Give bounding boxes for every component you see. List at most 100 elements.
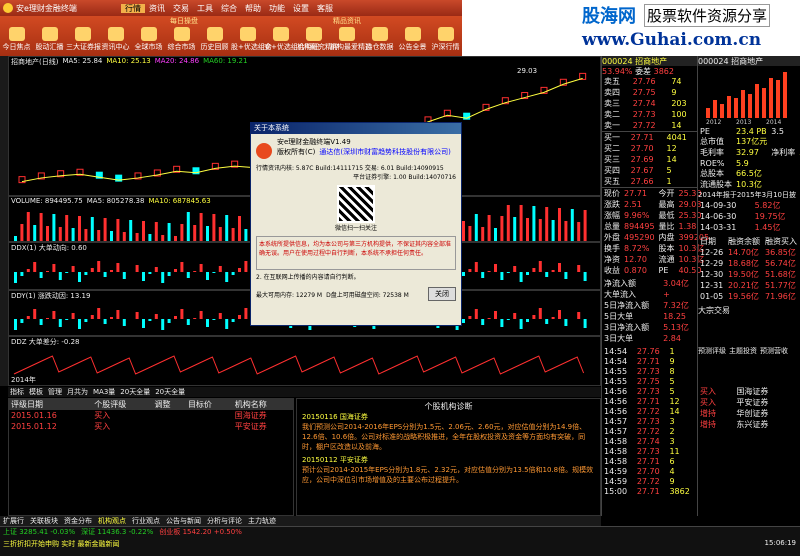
- toolbar-button-6[interactable]: 历史回顾: [198, 27, 231, 52]
- volume-bar: [494, 228, 497, 241]
- bottom-tab-0[interactable]: 扩展行: [3, 516, 24, 526]
- grid-cell: 2015.01.16: [11, 411, 57, 420]
- margin-cell: 19.50亿: [728, 270, 759, 279]
- tick-time: 14:56: [604, 396, 628, 406]
- bottom-tab-4[interactable]: 行业观点: [132, 516, 160, 526]
- toolbar-button-8[interactable]: 安+优选组合明细: [264, 27, 319, 52]
- toolbar-button-10[interactable]: 机构最爱精选: [330, 27, 372, 52]
- toolbar-button-1[interactable]: 股动汇播: [33, 27, 66, 52]
- oscillator-bar: [193, 318, 197, 319]
- toolbar-button-3[interactable]: 资讯中心: [99, 27, 132, 52]
- dialog-company[interactable]: 通达信(深圳市财富趋势科技股份有限公司): [319, 147, 450, 157]
- oscillator-bar: [231, 272, 235, 275]
- grid-cell: [186, 410, 233, 421]
- fin-cell: 19.75亿: [754, 212, 786, 221]
- volume-bar: [33, 225, 37, 241]
- fin-cell: 流通股本: [700, 180, 732, 189]
- oscillator-bar: [78, 319, 81, 329]
- table-row[interactable]: 2015.01.16 买入 国海证券: [9, 410, 293, 421]
- stat-cell: 最高: [658, 200, 675, 209]
- bottom-tab-2[interactable]: 资金分布: [64, 516, 92, 526]
- oscillator-bar: [462, 272, 465, 276]
- toolbar-button-13[interactable]: 沪深行情: [429, 27, 462, 52]
- indicator-tab-6[interactable]: 20天全量: [155, 387, 185, 397]
- volume-bar: [142, 221, 145, 241]
- oscillator-bar: [33, 309, 37, 319]
- close-button[interactable]: 关闭: [428, 287, 456, 301]
- menu-1[interactable]: 资讯: [145, 4, 169, 13]
- oscillator-bar: [487, 318, 491, 319]
- tick-vol: 1: [669, 346, 675, 356]
- oscillator-bar: [90, 268, 94, 272]
- app-title: 安e理财金融终端: [16, 3, 77, 13]
- toolbar: 每日操盘 精品资讯 今日焦点 股动汇播 三大证券报 资讯中心 全球市场 综合市场 历史回顾股…: [0, 16, 462, 56]
- flow-label: 净流入额: [604, 279, 636, 288]
- menu-0[interactable]: 行情: [121, 3, 145, 13]
- order-vol: 5: [666, 166, 672, 175]
- indicator-tab-5[interactable]: 20天全量: [120, 387, 150, 397]
- toolbar-button-12[interactable]: 公告全景: [396, 27, 429, 52]
- margin-cell: 36.85亿: [764, 248, 796, 257]
- toolbar-button-2[interactable]: 三大证券报: [66, 27, 101, 52]
- f10-panel: 000024 招商地产 2012 2013 2014 PE 23.4 PB 3.5 总市值…: [697, 56, 800, 516]
- flow-row: 5日净流入额 7.32亿: [602, 300, 697, 311]
- oscillator-bar: [474, 262, 478, 272]
- volume-bar: [193, 225, 197, 241]
- indicator-tab-0[interactable]: 指标: [10, 387, 24, 397]
- fin-cell: 137亿元: [736, 137, 768, 146]
- indicator-tab-2[interactable]: 管理: [48, 387, 62, 397]
- flow-value: +: [663, 290, 670, 299]
- quote-tag-val: 3862: [653, 67, 674, 76]
- toolbar-button-4[interactable]: 全球市场: [132, 27, 165, 52]
- toolbar-button-7[interactable]: 股+优选组合: [231, 27, 272, 52]
- toolbar-label-12: 公告全景: [398, 43, 427, 51]
- predict-tab-1[interactable]: 主题投资: [729, 346, 757, 356]
- report-org-2: 平安证券: [339, 456, 368, 464]
- tick-vol: 12: [669, 396, 680, 406]
- menu-3[interactable]: 工具: [193, 4, 217, 13]
- menu-8[interactable]: 客服: [313, 4, 337, 13]
- dialog-info: 行情资讯内核: 5.87C Build:14111715 交易: 6.01 Bu…: [256, 165, 444, 172]
- volume-bar: [78, 216, 81, 241]
- tick-price: 27.73: [636, 446, 660, 456]
- oscillator-bar: [90, 315, 94, 319]
- toolbar-section-daily: 每日操盘: [170, 17, 198, 25]
- bottom-tab-3[interactable]: 机构观点: [98, 516, 126, 526]
- watermark-slogan: 股票软件资源分享: [644, 3, 771, 27]
- order-vol: 14: [671, 121, 682, 130]
- menu-7[interactable]: 设置: [289, 4, 313, 13]
- fin-row: 总市值 137亿元: [698, 136, 800, 147]
- toolbar-button-9[interactable]: 机构研究精粹: [297, 27, 339, 52]
- tick-time: 14:57: [604, 416, 628, 426]
- oscillator-bar: [33, 262, 37, 272]
- tick-time: 14:57: [604, 426, 628, 436]
- ddz-panel[interactable]: DDZ 大单差分: -0.28 2014年: [8, 336, 601, 386]
- menu-6[interactable]: 功能: [265, 4, 289, 13]
- table-row[interactable]: 2015.01.12 买入 平安证券: [9, 421, 293, 432]
- predict-tab-0[interactable]: 预测评级: [698, 346, 726, 356]
- bottom-tab-5[interactable]: 公告与新闻: [166, 516, 201, 526]
- toolbar-button-0[interactable]: 今日焦点: [0, 27, 33, 52]
- tick-row: 14:54 27.76 1: [602, 346, 697, 356]
- predict-tab-2[interactable]: 预测营收: [760, 346, 788, 356]
- flow-value: 18.25: [663, 312, 686, 321]
- menu-4[interactable]: 综合: [217, 4, 241, 13]
- report-header: 个股机构诊断: [424, 402, 473, 411]
- toolbar-button-11[interactable]: 持仓数据: [363, 27, 396, 52]
- margin-header-cell: 融资余额: [728, 237, 760, 246]
- oscillator-bar: [238, 268, 241, 272]
- bottom-tab-1[interactable]: 关联板块: [30, 516, 58, 526]
- fin-bar: [706, 108, 710, 118]
- flow-row: 5日大单 18.25: [602, 311, 697, 322]
- sell-book: 卖五 27.76 74 卖四 27.75 9 卖三 27.74 203 卖二 27.73 100 卖一 2…: [602, 76, 697, 131]
- indicator-tab-1[interactable]: 模板: [29, 387, 43, 397]
- oscillator-bar: [116, 310, 120, 319]
- flow-row: 3日净流入额 5.13亿: [602, 322, 697, 333]
- indicator-tab-4[interactable]: MA3量: [93, 387, 115, 397]
- menu-5[interactable]: 帮助: [241, 4, 265, 13]
- indicator-tab-3[interactable]: 月共为: [67, 387, 88, 397]
- bottom-tab-7[interactable]: 主力轨迹: [248, 516, 276, 526]
- bottom-tab-6[interactable]: 分析与评论: [207, 516, 242, 526]
- toolbar-button-5[interactable]: 综合市场: [165, 27, 198, 52]
- menu-2[interactable]: 交易: [169, 4, 193, 13]
